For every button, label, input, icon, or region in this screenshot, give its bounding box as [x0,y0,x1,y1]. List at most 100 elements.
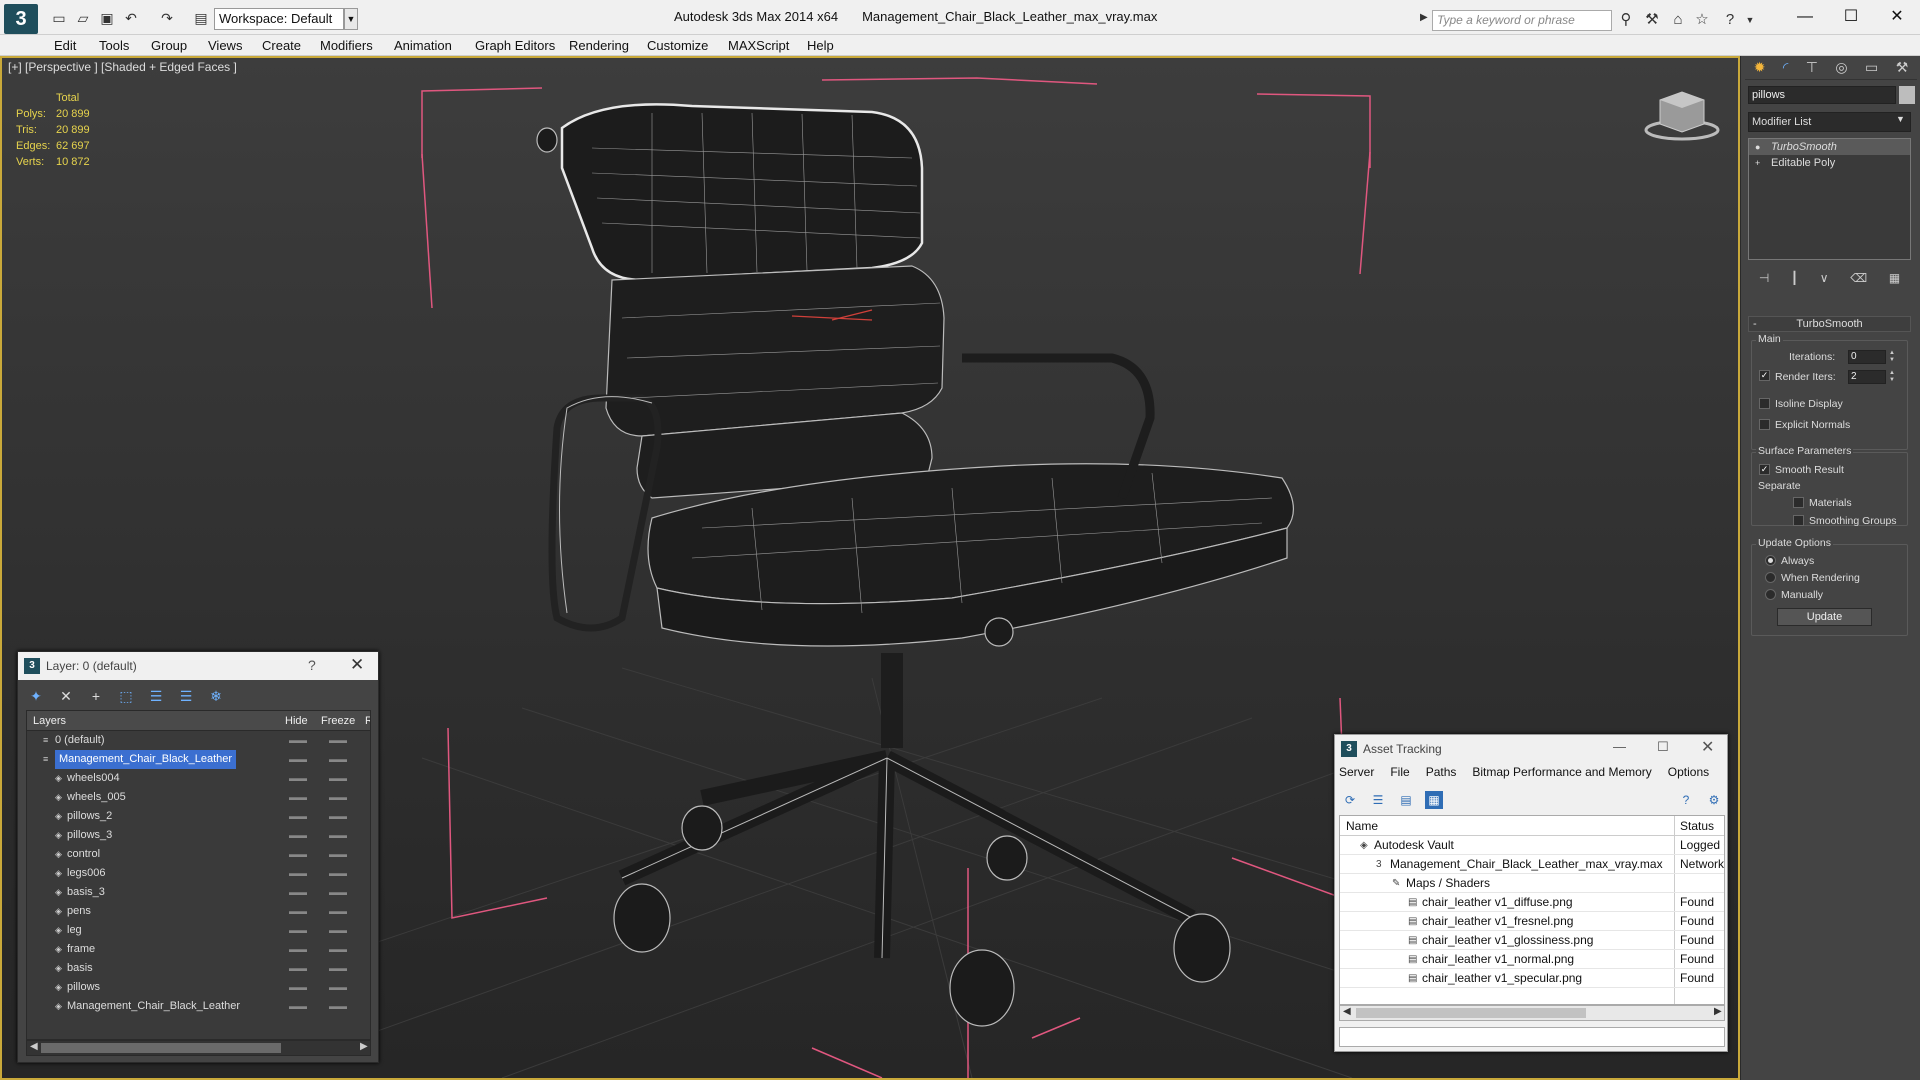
motion-tab-icon[interactable]: ◎ [1835,59,1847,76]
app-logo-icon[interactable]: 3 [4,4,38,34]
layer-row[interactable]: ◈ legs006 ▬▬ ▬▬ [27,864,370,883]
expand-plus-icon[interactable]: + [1755,158,1763,168]
list-view-icon[interactable]: ☰ [1369,791,1387,809]
help-icon[interactable]: ? [1720,10,1740,30]
menu-group[interactable]: Group [151,38,187,53]
maximize-button[interactable]: ☐ [1657,739,1669,755]
asset-menu-options[interactable]: Options [1668,765,1709,783]
asset-menu-paths[interactable]: Paths [1426,765,1457,783]
hide-toggle[interactable]: ▬▬ [289,883,307,902]
scroll-thumb[interactable] [1356,1008,1586,1018]
freeze-toggle[interactable]: ▬▬ [329,978,347,997]
hide-toggle[interactable]: ▬▬ [289,978,307,997]
layer-row[interactable]: ◈ pillows_3 ▬▬ ▬▬ [27,826,370,845]
freeze-toggle[interactable]: ▬▬ [329,788,347,807]
asset-menu-server[interactable]: Server [1339,765,1374,783]
column-layers[interactable]: Layers [33,715,66,727]
asset-row[interactable]: ▤ chair_leather v1_specular.png Found [1340,969,1724,988]
delete-layer-icon[interactable]: ✕ [56,688,76,705]
viewport-label[interactable]: [+] [Perspective ] [Shaded + Edged Faces… [8,60,237,74]
redo-icon[interactable]: ↷ [158,9,176,27]
menu-rendering[interactable]: Rendering [569,38,629,53]
favorites-star-icon[interactable]: ☆ [1692,10,1712,30]
search-expand-icon[interactable]: ▶ [1420,12,1428,23]
asset-row[interactable]: ▤ chair_leather v1_normal.png Found [1340,950,1724,969]
hide-toggle[interactable]: ▬▬ [289,845,307,864]
hide-toggle[interactable]: ▬▬ [289,807,307,826]
freeze-toggle[interactable]: ▬▬ [329,807,347,826]
thumbnail-view-icon[interactable]: ▤ [1397,791,1415,809]
lightbulb-icon[interactable]: ● [1755,142,1763,152]
scroll-thumb[interactable] [41,1043,281,1053]
asset-menu-file[interactable]: File [1390,765,1409,783]
hide-toggle[interactable]: ▬▬ [289,902,307,921]
menu-maxscript[interactable]: MAXScript [728,38,789,53]
freeze-toggle[interactable]: ▬▬ [329,940,347,959]
freeze-toggle[interactable]: ▬▬ [329,845,347,864]
layer-row[interactable]: ◈ wheels004 ▬▬ ▬▬ [27,769,370,788]
layer-row-name[interactable]: basis [67,959,93,978]
freeze-toggle[interactable]: ▬▬ [329,902,347,921]
spinner-arrows-icon[interactable]: ▲ ▼ [1887,370,1897,384]
freeze-toggle[interactable]: ▬▬ [329,826,347,845]
hide-toggle[interactable]: ▬▬ [289,864,307,883]
layer-row-name[interactable]: pens [67,902,91,921]
scroll-left-icon[interactable]: ◀ [1343,1006,1351,1017]
menu-graph-editors[interactable]: Graph Editors [475,38,555,53]
minimize-button[interactable]: — [1782,4,1828,30]
column-freeze[interactable]: Freeze [321,715,355,727]
stack-item-editable-poly[interactable]: + Editable Poly [1749,155,1910,171]
close-icon[interactable]: ✕ [1701,737,1714,757]
layer-row-name[interactable]: frame [67,940,95,959]
asset-row[interactable]: 3 Management_Chair_Black_Leather_max_vray… [1340,855,1724,874]
layer-row[interactable]: ◈ frame ▬▬ ▬▬ [27,940,370,959]
object-color-swatch[interactable] [1899,86,1915,104]
menu-animation[interactable]: Animation [394,38,452,53]
refresh-icon[interactable]: ⟳ [1341,791,1359,809]
close-button[interactable]: ✕ [1874,4,1920,30]
freeze-toggle[interactable]: ▬▬ [329,750,347,769]
minimize-button[interactable]: — [1613,739,1626,754]
smooth-result-checkbox[interactable]: ✓ [1759,464,1770,475]
freeze-toggle[interactable]: ▬▬ [329,921,347,940]
display-tab-icon[interactable]: ▭ [1865,59,1878,76]
menu-customize[interactable]: Customize [647,38,708,53]
materials-checkbox[interactable] [1793,497,1804,508]
highlight-layer-icon[interactable]: ☰ [146,688,166,705]
viewcube-icon[interactable] [1642,88,1722,143]
create-tab-icon[interactable]: ✹ [1754,59,1766,76]
select-objects-icon[interactable]: ⬚ [116,688,136,705]
render-iters-checkbox[interactable]: ✓ [1759,370,1770,381]
hide-toggle[interactable]: ▬▬ [289,788,307,807]
layer-row-name[interactable]: 0 (default) [55,731,105,750]
hide-toggle[interactable]: ▬▬ [289,731,307,750]
workspace-dropdown[interactable]: Workspace: Default [214,8,344,30]
hide-toggle[interactable]: ▬▬ [289,750,307,769]
binoculars-icon[interactable]: ⚲ [1616,10,1636,30]
freeze-toggle[interactable]: ▬▬ [329,731,347,750]
close-icon[interactable]: ✕ [350,655,364,675]
layer-row[interactable]: ◈ Management_Chair_Black_Leather ▬▬ ▬▬ [27,997,370,1016]
layer-row-name[interactable]: leg [67,921,82,940]
utilities-tab-icon[interactable]: ⚒ [1896,59,1909,76]
asset-row[interactable]: ✎ Maps / Shaders [1340,874,1724,893]
update-always-radio[interactable] [1765,555,1776,566]
hide-toggle[interactable]: ▬▬ [289,769,307,788]
spinner-arrows-icon[interactable]: ▲ ▼ [1887,350,1897,364]
project-folder-icon[interactable]: ▤ [192,9,210,27]
hierarchy-tab-icon[interactable]: ⊤ [1806,59,1818,76]
help-icon[interactable]: ? [1677,791,1695,809]
freeze-all-layers-icon[interactable]: ❄ [206,688,226,705]
make-unique-icon[interactable]: ∨ [1820,271,1829,285]
menu-create[interactable]: Create [262,38,301,53]
render-iters-spinner[interactable]: 2 [1848,370,1886,384]
hide-toggle[interactable]: ▬▬ [289,997,307,1016]
save-file-icon[interactable]: ▣ [98,9,116,27]
layer-dialog-titlebar[interactable]: 3 Layer: 0 (default) ? ✕ [18,652,378,680]
remove-modifier-icon[interactable]: ⌫ [1850,271,1867,285]
hide-toggle[interactable]: ▬▬ [289,826,307,845]
hide-toggle[interactable]: ▬▬ [289,959,307,978]
help-dropdown-icon[interactable]: ▼ [1740,10,1760,30]
menu-views[interactable]: Views [208,38,242,53]
layer-row-name[interactable]: pillows [67,978,100,997]
